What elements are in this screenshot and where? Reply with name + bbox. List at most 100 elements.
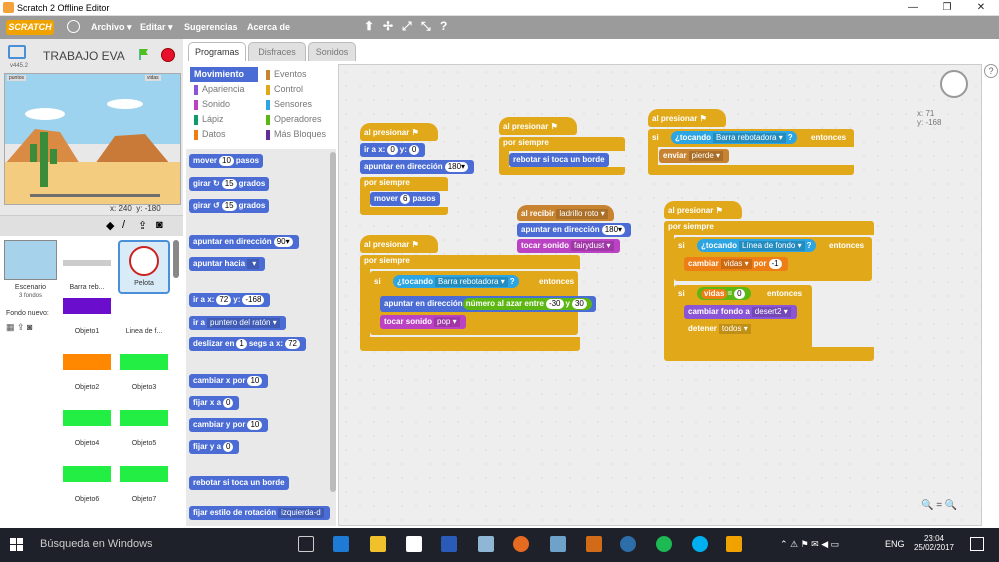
task-view-icon[interactable] <box>298 536 314 552</box>
duplicate-icon[interactable]: ⬆︎ <box>364 19 374 33</box>
block-mover-s1[interactable]: mover 6 pasos <box>370 192 440 206</box>
spotify-icon[interactable] <box>656 536 672 552</box>
sprite-objeto4[interactable]: Objeto4 <box>61 408 113 462</box>
touching-sensor-s3[interactable]: ¿tocando Barra rebotadora ▾? <box>671 131 797 144</box>
block-cambiar-vidas[interactable]: cambiar vidas ▾ por -1 <box>684 257 788 271</box>
paint-sprite-icon[interactable]: ◆ <box>106 219 114 232</box>
fullscreen-icon[interactable] <box>8 45 26 59</box>
category-mas-bloques[interactable]: Más Bloques <box>262 127 326 142</box>
tab-disfraces[interactable]: Disfraces <box>248 42 306 61</box>
language-indicator[interactable]: ENG <box>885 539 905 549</box>
script-area[interactable]: al presionar ⚑ ir a x: 0 y: 0 apuntar en di… <box>338 64 982 526</box>
block-tocar-sonido-s4[interactable]: tocar sonido fairydust ▾ <box>517 239 620 253</box>
menu-archivo[interactable]: Archivo ▾ <box>91 22 132 33</box>
app-icon-4[interactable] <box>620 536 636 552</box>
category-operadores[interactable]: Operadores <box>262 112 322 127</box>
stage-thumbnail[interactable] <box>4 240 57 280</box>
when-flag-hat-1[interactable]: al presionar ⚑ <box>360 123 438 141</box>
app-icon-3[interactable] <box>586 536 602 552</box>
block-cambiar-y[interactable]: cambiar y por 10 <box>189 418 269 432</box>
vidas-reporter[interactable]: vidas <box>701 289 728 299</box>
close-button[interactable]: ✕ <box>966 1 996 15</box>
skype-icon[interactable] <box>692 536 708 552</box>
tray-icons[interactable]: ⌃ ⚠ ⚑ ✉ ◀ ▭ <box>780 539 839 550</box>
help-icon[interactable]: ? <box>440 19 447 33</box>
upload-icon[interactable]: ⇪ <box>138 219 147 232</box>
block-deslizar[interactable]: deslizar en 1 segs a x: 72 <box>189 337 306 351</box>
menu-editar[interactable]: Editar ▾ <box>140 22 173 33</box>
category-control[interactable]: Control <box>262 82 303 97</box>
block-mover[interactable]: mover 10 pasos <box>189 154 264 168</box>
green-flag-icon[interactable] <box>138 48 150 60</box>
sprite-objeto6[interactable]: Objeto6 <box>61 464 113 518</box>
sprite-linea[interactable]: Linea de f... <box>118 296 170 350</box>
brush-icon[interactable]: / <box>122 219 125 231</box>
word-icon[interactable] <box>441 536 457 552</box>
block-fijar-x[interactable]: fijar x a0 <box>189 396 240 410</box>
block-rebotar[interactable]: rebotar si toca un borde <box>189 476 289 490</box>
block-girar-derecha[interactable]: girar ↻ 15 grados <box>189 177 270 191</box>
sprite-objeto5[interactable]: Objeto5 <box>118 408 170 462</box>
block-cambiar-fondo[interactable]: cambiar fondo a desert2 ▾ <box>684 305 797 319</box>
zoom-controls[interactable]: 🔍 = 🔍 <box>921 500 957 511</box>
block-ir-a[interactable]: ir a puntero del ratón ▾ <box>189 316 286 330</box>
when-flag-hat-3[interactable]: al presionar ⚑ <box>648 109 726 127</box>
random-operator[interactable]: número al azar entre -30 y 30 <box>462 298 592 310</box>
block-tocar-sonido-s5[interactable]: tocar sonido pop ▾ <box>380 315 466 329</box>
block-cambiar-x[interactable]: cambiar x por 10 <box>189 374 269 388</box>
sprite-objeto3[interactable]: Objeto3 <box>118 352 170 406</box>
camera-icon[interactable]: ◙ <box>156 219 163 231</box>
category-datos[interactable]: Datos <box>190 127 226 142</box>
block-detener[interactable]: detener todos ▾ <box>684 322 757 336</box>
category-lapiz[interactable]: Lápiz <box>190 112 224 127</box>
tab-sonidos[interactable]: Sonidos <box>308 42 356 61</box>
sprite-objeto1[interactable]: Objeto1 <box>61 296 113 350</box>
taskbar-search[interactable]: Búsqueda en Windows <box>40 538 153 550</box>
scratch-logo[interactable]: SCRATCH <box>6 20 54 35</box>
block-ir-a-xy-s1[interactable]: ir a x: 0 y: 0 <box>360 143 426 157</box>
scratch-task-icon[interactable] <box>726 536 742 552</box>
category-sonido[interactable]: Sonido <box>190 97 230 112</box>
app-icon-2[interactable] <box>550 536 566 552</box>
sprite-objeto2[interactable]: Objeto2 <box>61 352 113 406</box>
block-apuntar-direccion[interactable]: apuntar en dirección 90▾ <box>189 235 299 249</box>
block-enviar[interactable]: enviar pierde ▾ <box>659 149 730 163</box>
block-fijar-y[interactable]: fijar y a0 <box>189 440 240 454</box>
category-sensores[interactable]: Sensores <box>262 97 312 112</box>
block-ir-a-xy[interactable]: ir a x: 72 y: -168 <box>189 293 271 307</box>
menu-sugerencias[interactable]: Sugerencias <box>184 22 238 32</box>
file-explorer-icon[interactable] <box>370 536 386 552</box>
tab-programas[interactable]: Programas <box>188 42 246 61</box>
minimize-button[interactable]: — <box>898 1 928 15</box>
sprite-scrollbar[interactable] <box>173 240 179 278</box>
menu-acerca[interactable]: Acerca de <box>247 22 290 32</box>
category-movimiento[interactable]: Movimiento <box>190 67 258 82</box>
touching-line-sensor[interactable]: ¿tocando Línea de fondo ▾? <box>697 239 816 252</box>
block-apuntar-hacia[interactable]: apuntar hacia ▾ <box>189 257 266 271</box>
taskbar-clock[interactable]: 23:04 25/02/2017 <box>912 534 956 552</box>
sprite-barra[interactable]: Barra reb... <box>61 240 113 294</box>
touching-sensor-s5[interactable]: ¿tocando Barra rebotadora ▾? <box>393 275 519 288</box>
windows-start-icon[interactable] <box>10 538 24 552</box>
app-icon-1[interactable] <box>478 536 494 552</box>
when-flag-hat-2[interactable]: al presionar ⚑ <box>499 117 577 135</box>
block-apuntar-azar[interactable]: apuntar en dirección número al azar entre… <box>380 296 596 312</box>
help-circle-icon[interactable]: ? <box>984 64 998 78</box>
shrink-icon[interactable]: ⤡ <box>421 19 431 34</box>
when-flag-hat-5[interactable]: al presionar ⚑ <box>360 235 438 253</box>
block-apuntar-s1[interactable]: apuntar en dirección 180▾ <box>360 160 475 174</box>
when-receive-hat[interactable]: al recibir ladrillo roto ▾ <box>517 205 614 221</box>
equals-operator[interactable]: vidas = 0 <box>697 287 751 300</box>
when-flag-hat-6[interactable]: al presionar ⚑ <box>664 201 742 219</box>
block-rebotar-s2[interactable]: rebotar si toca un borde <box>509 153 609 167</box>
stage-canvas[interactable]: puntos vidas <box>4 73 181 205</box>
globe-icon[interactable] <box>67 20 80 33</box>
edge-icon[interactable] <box>333 536 349 552</box>
firefox-icon[interactable] <box>513 536 529 552</box>
new-backdrop-icons[interactable]: ▦ ⇪ ◙ <box>6 322 32 333</box>
block-estilo-rotacion[interactable]: fijar estilo de rotación izquierda-d <box>189 506 330 520</box>
maximize-button[interactable]: ❐ <box>932 1 962 15</box>
cut-icon[interactable]: ✢ <box>383 19 393 33</box>
project-name[interactable]: TRABAJO EVA <box>43 49 125 63</box>
sprite-objeto7[interactable]: Objeto7 <box>118 464 170 518</box>
